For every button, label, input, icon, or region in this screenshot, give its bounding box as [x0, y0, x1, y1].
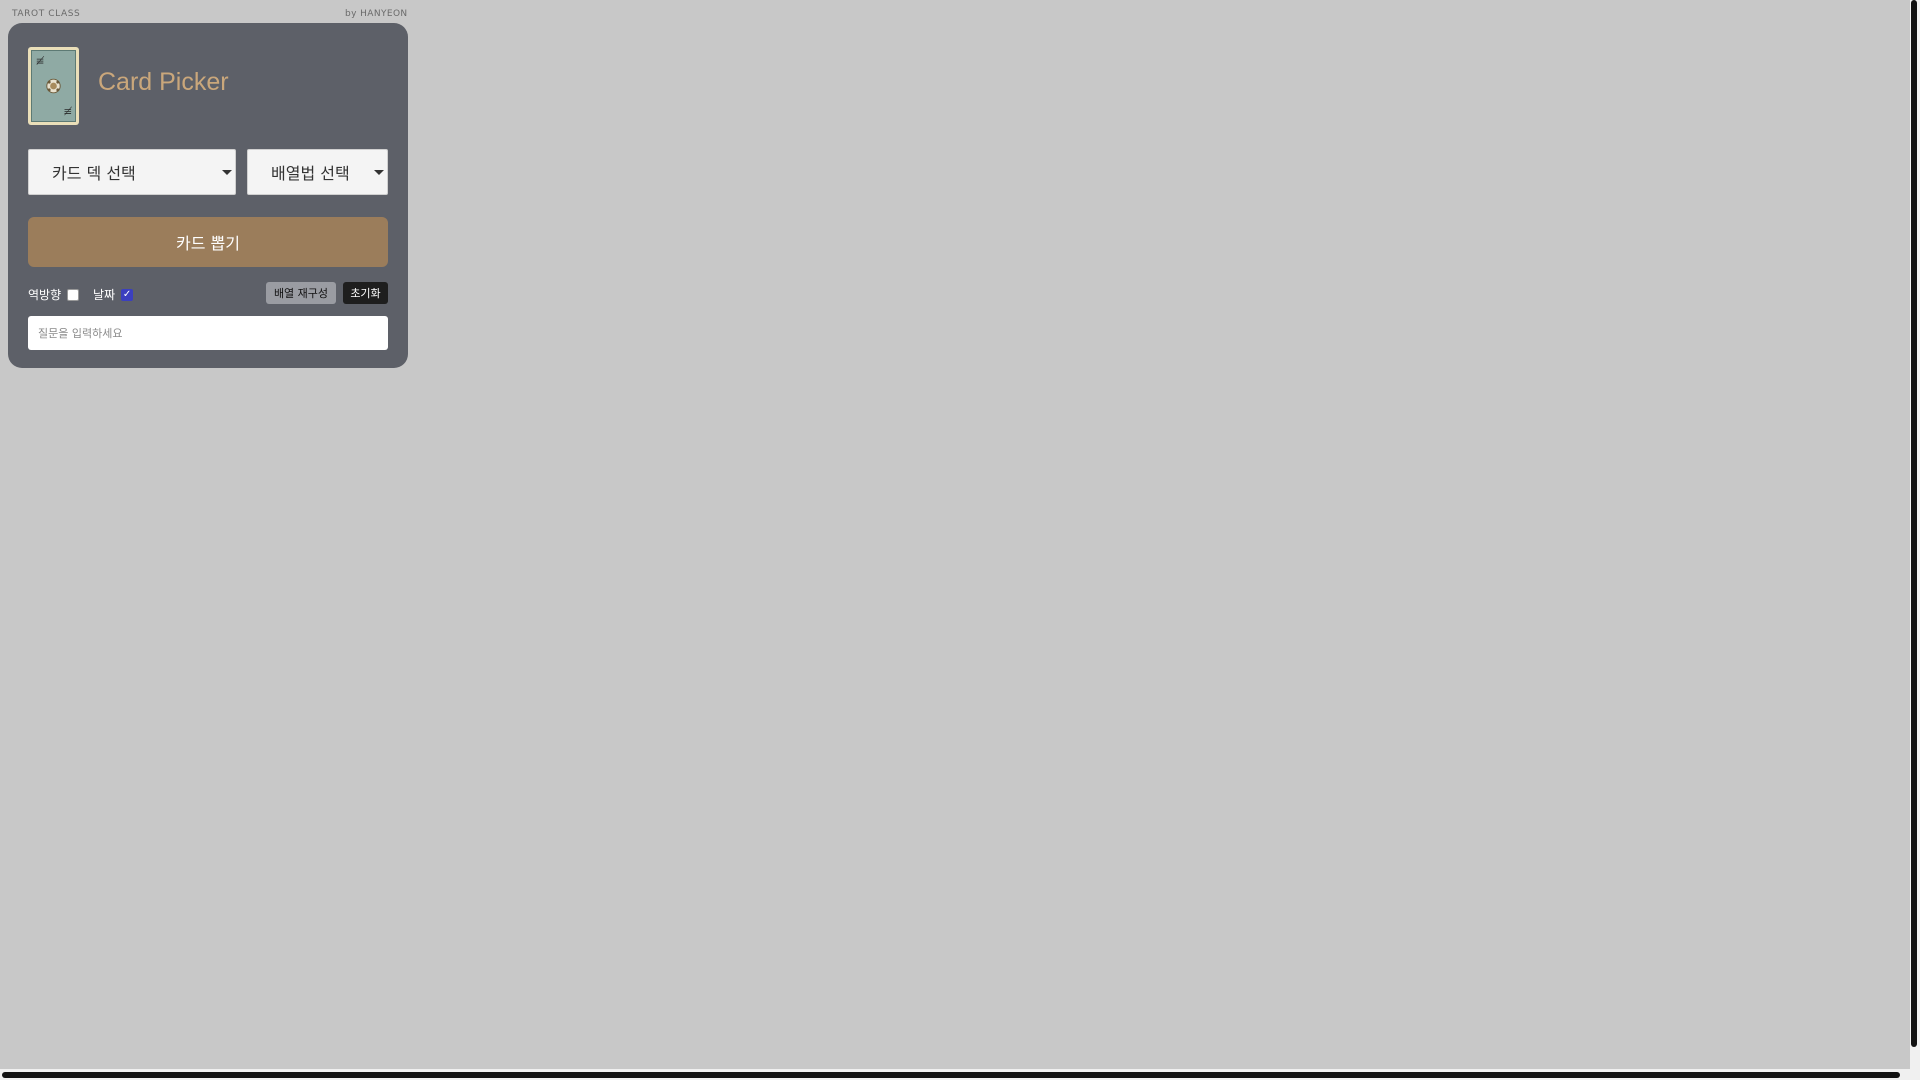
date-label: 날짜 — [93, 288, 116, 302]
reverse-label: 역방향 — [28, 288, 62, 302]
deck-select-value: 카드 덱 선택 — [52, 164, 136, 183]
spread-select-value: 배열법 선택 — [271, 164, 350, 183]
date-checkbox[interactable]: ✓ — [121, 288, 134, 301]
chevron-down-icon — [374, 170, 384, 175]
vertical-scrollbar-thumb[interactable] — [1911, 0, 1917, 1047]
deck-select[interactable]: 카드 덱 선택 — [28, 149, 236, 195]
reverse-checkbox[interactable] — [67, 288, 80, 301]
author-credit: by HANYEON — [345, 9, 408, 19]
reset-button[interactable]: 초기화 — [343, 282, 388, 304]
chevron-down-icon — [222, 170, 232, 175]
tarot-card-icon: ≢ ≢ — [28, 47, 79, 125]
question-input[interactable] — [28, 316, 388, 350]
rebuild-spread-button[interactable]: 배열 재구성 — [266, 282, 336, 304]
date-option: 날짜 ✓ — [93, 286, 134, 303]
horizontal-scrollbar-thumb[interactable] — [2, 1072, 1900, 1078]
card-picker-panel: ≢ ≢ Card Picker 카드 덱 선택 배열법 선택 카드 뽑기 역방향… — [8, 23, 408, 368]
reverse-option: 역방향 — [28, 286, 80, 303]
page-title: Card Picker — [98, 68, 229, 96]
svg-text:≢: ≢ — [63, 106, 72, 118]
app-brand: TAROT CLASS — [12, 9, 81, 19]
spread-select[interactable]: 배열법 선택 — [247, 149, 388, 195]
draw-card-button[interactable]: 카드 뽑기 — [28, 217, 388, 267]
svg-text:≢: ≢ — [36, 56, 45, 68]
